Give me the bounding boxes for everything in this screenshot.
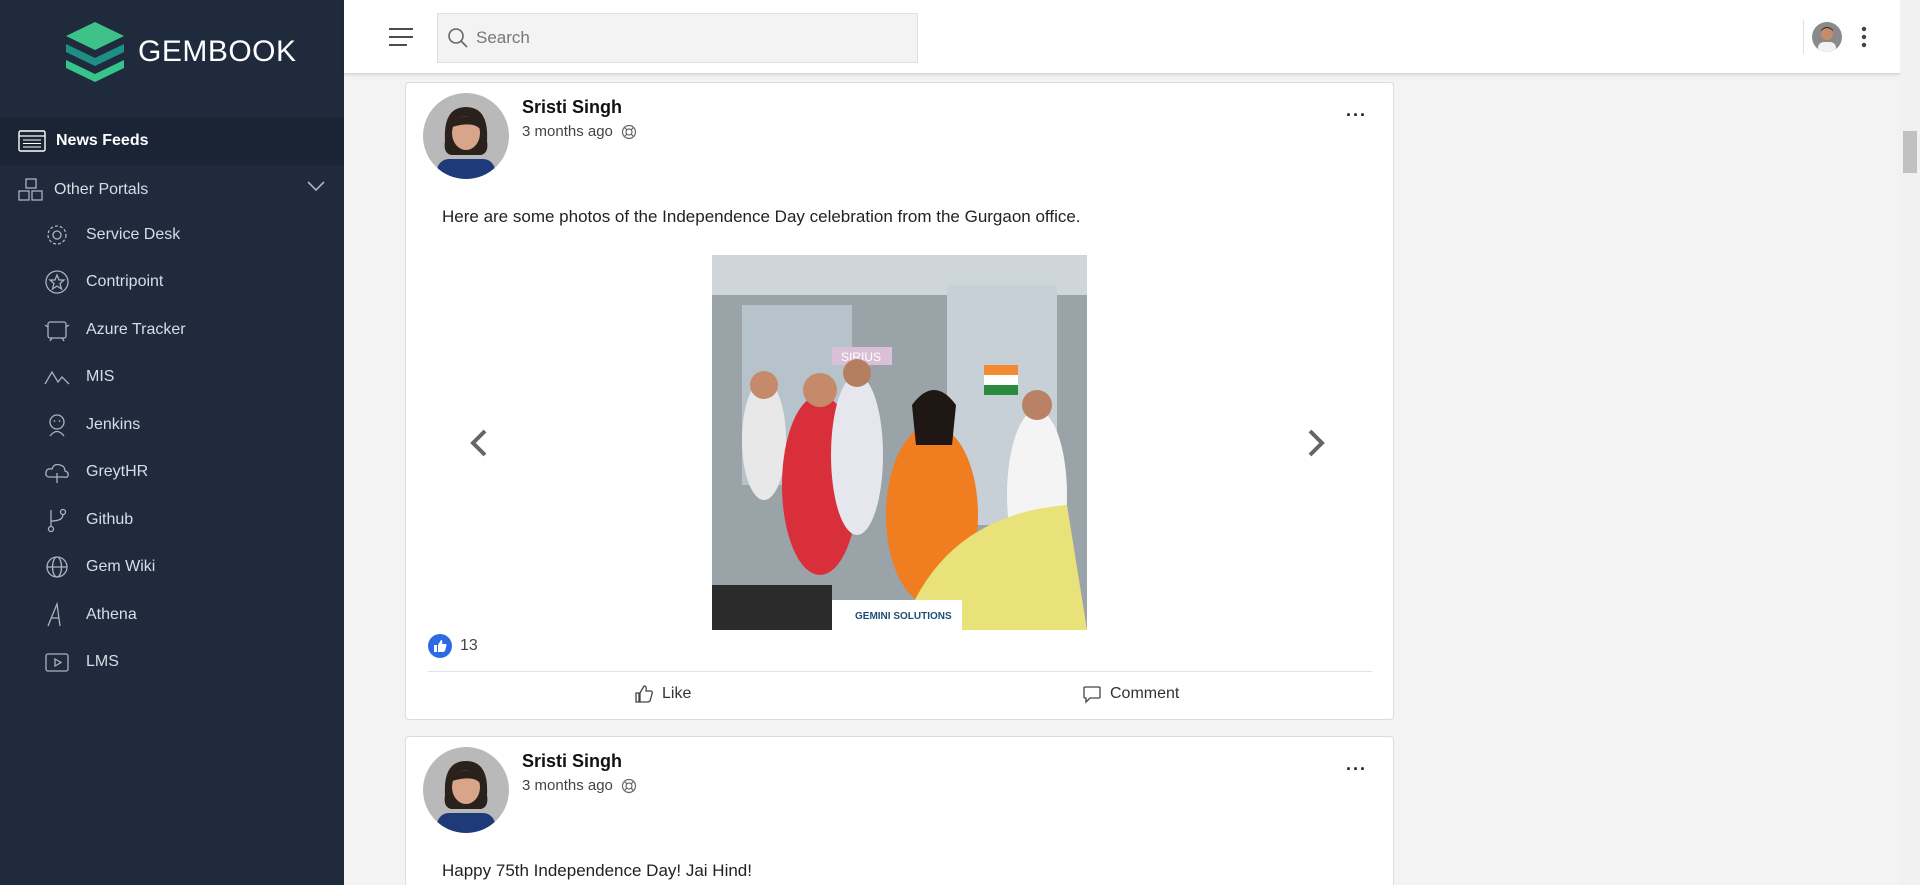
post-text: Here are some photos of the Independence… (442, 207, 1081, 226)
comment-label: Comment (1110, 685, 1180, 702)
cloud-icon (45, 464, 69, 484)
nav-news-feeds-label: News Feeds (56, 132, 149, 149)
portal-greythr[interactable]: GreytHR (0, 449, 344, 497)
divider (428, 671, 1372, 672)
carousel-prev-icon[interactable] (469, 428, 489, 458)
video-icon (45, 653, 69, 672)
comment-icon (1083, 686, 1101, 704)
more-vertical-icon[interactable] (1859, 26, 1869, 48)
thumbs-up-icon (635, 685, 653, 703)
brand-name: GEMBOOK (138, 35, 297, 68)
athena-icon (47, 601, 61, 626)
portal-label: Azure Tracker (86, 320, 186, 338)
portal-mis[interactable]: MIS (0, 354, 344, 402)
comment-button[interactable]: Comment (1082, 684, 1179, 704)
portal-azure-tracker[interactable]: Azure Tracker (0, 306, 344, 354)
post-options-button[interactable]: ··· (1346, 105, 1367, 126)
portal-contripoint[interactable]: Contripoint (0, 259, 344, 307)
scrollbar-thumb[interactable] (1903, 131, 1917, 173)
author-name[interactable]: Sristi Singh (522, 751, 622, 772)
globe-icon (46, 556, 68, 578)
avatar-image (423, 93, 509, 179)
portal-service-desk[interactable]: Service Desk (0, 211, 344, 259)
portal-lms[interactable]: LMS (0, 639, 344, 687)
post-time: 3 months ago (522, 777, 637, 794)
like-count-text: 13 (460, 637, 478, 654)
avatar-image (423, 747, 509, 833)
post-time-text: 3 months ago (522, 123, 613, 140)
carousel-next-icon[interactable] (1306, 428, 1326, 458)
portal-label: GreytHR (86, 463, 149, 481)
logo-icon (66, 22, 124, 82)
branch-icon (47, 508, 67, 532)
portal-label: MIS (86, 368, 115, 386)
chart-icon (44, 370, 70, 385)
portals-icon (18, 178, 43, 201)
author-name[interactable]: Sristi Singh (522, 97, 622, 118)
sidebar: GEMBOOK News Feeds Other Portals Service… (0, 0, 344, 885)
portal-jenkins[interactable]: Jenkins (0, 401, 344, 449)
feed-post: Sristi Singh 3 months ago ··· Happy 75th… (405, 736, 1394, 885)
portal-label: Contripoint (86, 273, 164, 291)
search-icon (448, 28, 468, 48)
star-icon (45, 270, 69, 294)
portal-label: Athena (86, 605, 137, 623)
chevron-down-icon[interactable] (306, 180, 326, 192)
avatar-image (1812, 22, 1842, 52)
portal-github[interactable]: Github (0, 496, 344, 544)
post-time-text: 3 months ago (522, 777, 613, 794)
nav-other-portals[interactable]: Other Portals (0, 166, 344, 214)
author-avatar[interactable] (423, 93, 509, 179)
like-label: Like (662, 685, 692, 702)
portal-label: Service Desk (86, 225, 181, 243)
portal-gem-wiki[interactable]: Gem Wiki (0, 544, 344, 592)
nav-news-feeds[interactable]: News Feeds (0, 117, 344, 165)
post-options-button[interactable]: ··· (1346, 759, 1367, 780)
nav-other-portals-label: Other Portals (54, 181, 149, 198)
photo-watermark: GEMINI SOLUTIONS (855, 611, 952, 622)
top-bar (344, 0, 1900, 74)
photo-image: SIRIUS GEMINI SOLUTIONS (712, 255, 1087, 630)
post-time: 3 months ago (522, 123, 637, 140)
hamburger-menu-icon[interactable] (388, 26, 414, 48)
feed-post: Sristi Singh 3 months ago ··· Here are s… (405, 82, 1394, 720)
gear-icon (47, 225, 67, 245)
news-feed-icon (18, 130, 46, 152)
like-count[interactable]: 13 (428, 634, 478, 658)
portal-label: Jenkins (86, 415, 141, 433)
search-box (437, 13, 918, 63)
author-avatar[interactable] (423, 747, 509, 833)
jenkins-icon (49, 414, 65, 437)
post-photo[interactable]: SIRIUS GEMINI SOLUTIONS (712, 255, 1087, 630)
portal-label: LMS (86, 653, 119, 671)
post-text: Happy 75th Independence Day! Jai Hind! (442, 861, 752, 880)
visibility-icon (621, 778, 637, 793)
portal-label: Gem Wiki (86, 558, 156, 576)
portal-list: Service Desk Contripoint Azure Tracker M… (0, 211, 344, 686)
visibility-icon (621, 124, 637, 139)
tracker-icon (44, 321, 70, 342)
like-button[interactable]: Like (634, 684, 691, 704)
header-divider (1803, 20, 1804, 54)
logo[interactable]: GEMBOOK (60, 18, 297, 86)
portal-label: Github (86, 510, 134, 528)
search-input[interactable] (476, 28, 896, 48)
portal-athena[interactable]: Athena (0, 591, 344, 639)
like-reaction-icon (428, 634, 452, 658)
user-avatar[interactable] (1812, 22, 1842, 52)
